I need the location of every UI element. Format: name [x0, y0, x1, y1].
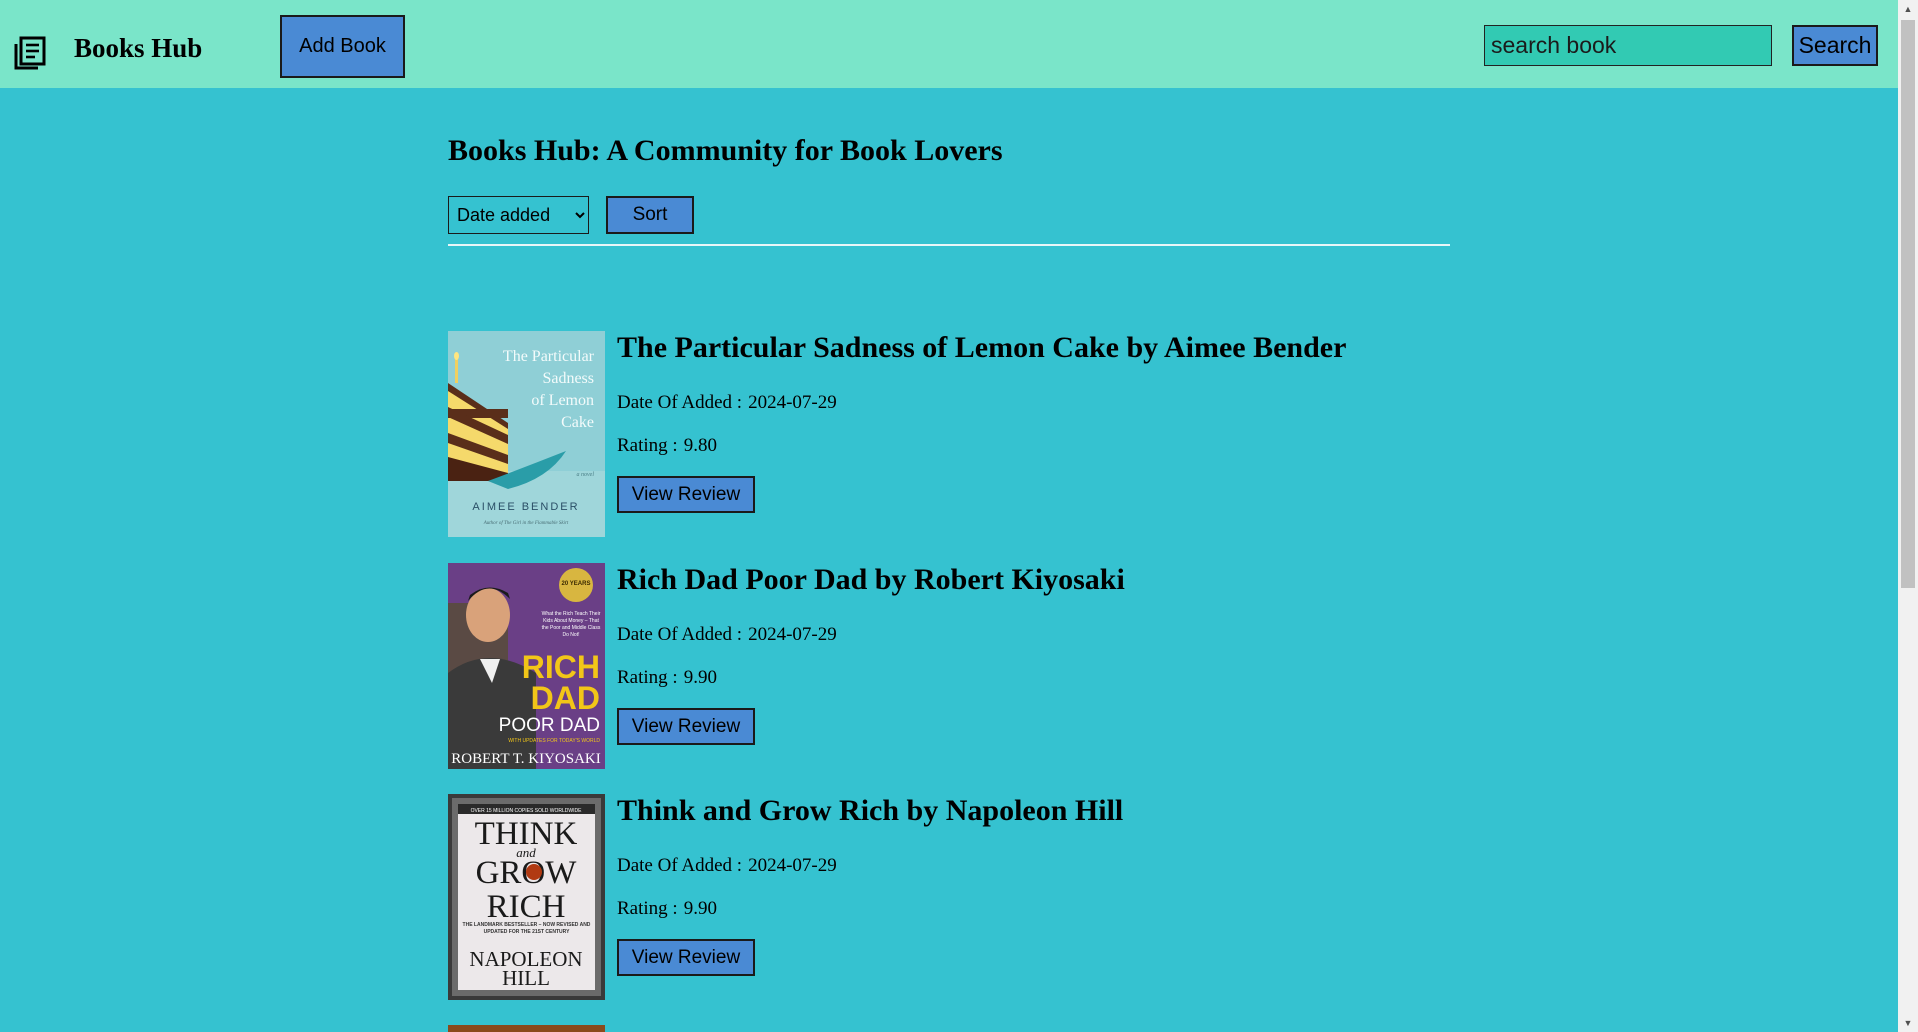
book-date: Date Of Added :2024-07-29 — [617, 392, 837, 414]
navbar: Books Hub Add Book Search — [0, 0, 1898, 88]
book-title: The Particular Sadness of Lemon Cake by … — [617, 331, 1347, 364]
search-button[interactable]: Search — [1792, 25, 1878, 66]
date-value: 2024-07-29 — [748, 392, 837, 413]
book-title: Think and Grow Rich by Napoleon Hill — [617, 794, 1124, 827]
book-rating: Rating :9.80 — [617, 435, 717, 457]
view-review-button[interactable]: View Review — [617, 939, 755, 976]
rating-value: 9.90 — [683, 898, 717, 919]
rating-label: Rating : — [617, 898, 678, 919]
book-item: The Particular Sadness of Lemon Cake a n… — [448, 331, 1448, 537]
cover-sub: THE LANDMARK BESTSELLER – NOW REVISED AN… — [462, 922, 591, 935]
book-cover-partial[interactable] — [448, 1025, 605, 1032]
book-cover-rich-dad[interactable]: 20 YEARS What the Rich Teach Their Kids … — [448, 563, 605, 769]
cover-author: AIMEE BENDER — [472, 501, 579, 513]
cover-title-line: Sadness — [542, 370, 594, 387]
cover-badge: 20 YEARS — [562, 581, 591, 587]
view-review-button[interactable]: View Review — [617, 476, 755, 513]
book-date: Date Of Added :2024-07-29 — [617, 624, 837, 646]
divider — [448, 244, 1450, 246]
scroll-thumb[interactable] — [1901, 20, 1915, 588]
cover-title-line: of Lemon — [531, 392, 594, 409]
book-cover-lemon-cake[interactable]: The Particular Sadness of Lemon Cake a n… — [448, 331, 605, 537]
cover-blurb: What the Rich Teach Their Kids About Mon… — [541, 611, 601, 638]
cover-title-line: The Particular — [503, 348, 595, 365]
date-value: 2024-07-29 — [748, 624, 837, 645]
sort-select[interactable]: Date added — [448, 196, 589, 234]
rating-label: Rating : — [617, 667, 678, 688]
cover-subtitle: a novel — [577, 472, 595, 478]
add-book-button[interactable]: Add Book — [280, 15, 405, 78]
cover-title-line: Cake — [561, 414, 594, 431]
scroll-down-arrow-icon[interactable]: ▼ — [1898, 1014, 1918, 1032]
book-rating: Rating :9.90 — [617, 667, 717, 689]
book-rating: Rating :9.90 — [617, 898, 717, 920]
book-cover-think-grow-rich[interactable]: OVER 15 MILLION COPIES SOLD WORLDWIDE TH… — [448, 794, 605, 1000]
cover-word-dad: DAD — [531, 680, 600, 716]
cover-word-poor-dad: POOR DAD — [499, 715, 600, 736]
sort-button[interactable]: Sort — [606, 196, 694, 234]
cover-author: ROBERT T. KIYOSAKI — [451, 751, 601, 767]
brand-name[interactable]: Books Hub — [74, 33, 202, 64]
cover-author-last: HILL — [502, 966, 550, 990]
rating-value: 9.90 — [683, 667, 717, 688]
date-label: Date Of Added : — [617, 624, 743, 645]
cover-line-rich: RICH — [487, 889, 566, 925]
view-review-button[interactable]: View Review — [617, 708, 755, 745]
date-label: Date Of Added : — [617, 392, 743, 413]
book-list-icon — [14, 36, 46, 70]
scrollbar[interactable]: ▲ ▼ — [1898, 0, 1918, 1032]
book-date: Date Of Added :2024-07-29 — [617, 855, 837, 877]
page-title: Books Hub: A Community for Book Lovers — [448, 134, 1003, 167]
book-title: Rich Dad Poor Dad by Robert Kiyosaki — [617, 563, 1125, 596]
cover-tagline: Author of The Girl in the Flammable Skir… — [483, 521, 569, 526]
rating-value: 9.80 — [683, 435, 717, 456]
date-label: Date Of Added : — [617, 855, 743, 876]
date-value: 2024-07-29 — [748, 855, 837, 876]
cover-strap: WITH UPDATES FOR TODAY'S WORLD — [508, 738, 600, 744]
cover-top: OVER 15 MILLION COPIES SOLD WORLDWIDE — [471, 808, 583, 814]
scroll-up-arrow-icon[interactable]: ▲ — [1898, 0, 1918, 18]
rating-label: Rating : — [617, 435, 678, 456]
search-input[interactable] — [1484, 25, 1772, 66]
book-item: OVER 15 MILLION COPIES SOLD WORLDWIDE TH… — [448, 794, 1448, 1000]
book-item: 20 YEARS What the Rich Teach Their Kids … — [448, 563, 1448, 769]
